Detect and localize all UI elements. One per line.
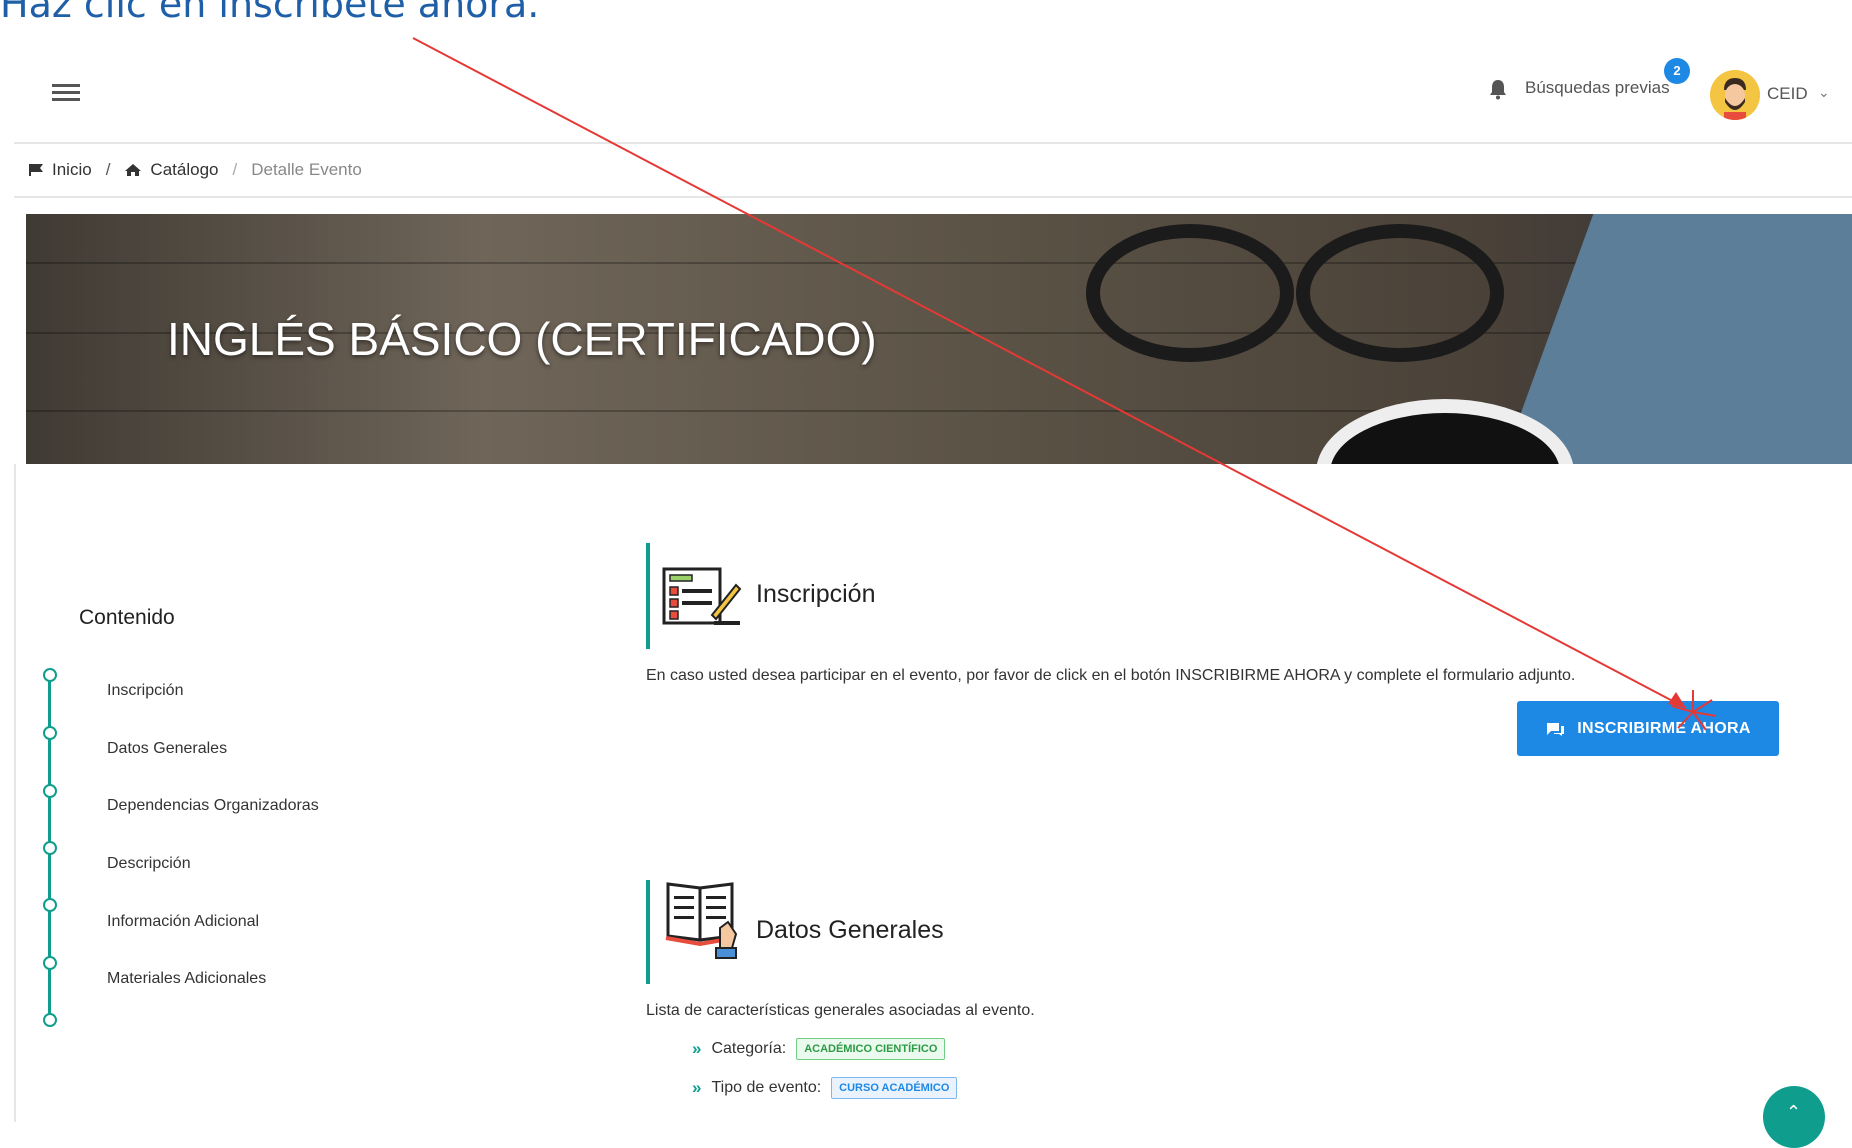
glasses-image-lens bbox=[1296, 224, 1504, 362]
categoria-tag: ACADÉMICO CIENTÍFICO bbox=[796, 1038, 946, 1060]
inscribirme-ahora-label: INSCRIBIRME AHORA bbox=[1577, 719, 1751, 737]
double-chevron-right-icon: » bbox=[692, 1039, 702, 1058]
toc-dot bbox=[43, 726, 57, 740]
double-chevron-right-icon: » bbox=[692, 1078, 702, 1097]
toc-item-materiales-adicionales[interactable]: Materiales Adicionales bbox=[107, 970, 266, 988]
home-icon bbox=[125, 164, 142, 176]
top-navbar: Búsquedas previas 2 CEID ⌄ bbox=[0, 50, 1852, 142]
inscribirme-ahora-button[interactable]: INSCRIBIRME AHORA bbox=[1517, 701, 1779, 756]
chat-bubbles-icon bbox=[1547, 722, 1565, 736]
content-divider bbox=[14, 464, 16, 1122]
chevron-down-icon[interactable]: ⌄ bbox=[1818, 84, 1830, 101]
flag-icon bbox=[29, 164, 43, 176]
section-accent-bar bbox=[646, 543, 650, 649]
toc-dot bbox=[43, 1013, 57, 1027]
scroll-to-top-button[interactable]: ⌃ bbox=[1763, 1086, 1825, 1148]
section-accent-bar bbox=[646, 880, 650, 984]
tipo-evento-tag: CURSO ACADÉMICO bbox=[831, 1077, 958, 1099]
toc-dot bbox=[43, 956, 57, 970]
chevron-up-icon: ⌃ bbox=[1786, 1102, 1802, 1122]
event-hero-banner: INGLÉS BÁSICO (CERTIFICADO) bbox=[26, 214, 1852, 464]
toc-dot bbox=[43, 784, 57, 798]
breadcrumb-current: Detalle Evento bbox=[251, 160, 362, 179]
toc-dot bbox=[43, 841, 57, 855]
list-item-categoria: » Categoría: ACADÉMICO CIENTÍFICO bbox=[692, 1038, 946, 1060]
breadcrumb-separator: / bbox=[232, 160, 238, 179]
username-label[interactable]: CEID bbox=[1767, 84, 1808, 104]
inscripcion-description: En caso usted desea participar en el eve… bbox=[646, 667, 1576, 684]
open-book-hand-icon bbox=[665, 882, 738, 959]
toc-item-inscripcion[interactable]: Inscripción bbox=[107, 682, 183, 700]
notification-badge: 2 bbox=[1664, 58, 1690, 84]
tipo-evento-label: Tipo de evento: bbox=[711, 1079, 822, 1096]
toc-item-descripcion[interactable]: Descripción bbox=[107, 855, 191, 873]
previous-searches-link[interactable]: Búsquedas previas bbox=[1525, 78, 1670, 98]
toc-dot bbox=[43, 898, 57, 912]
categoria-label: Categoría: bbox=[711, 1040, 787, 1057]
hamburger-menu-icon[interactable] bbox=[52, 84, 80, 108]
breadcrumb-separator: / bbox=[105, 160, 111, 179]
breadcrumb-catalog[interactable]: Catálogo bbox=[150, 160, 218, 180]
section-heading-datos-generales: Datos Generales bbox=[756, 916, 944, 944]
breadcrumb: Inicio / Catálogo / Detalle Evento bbox=[28, 160, 362, 180]
user-avatar[interactable] bbox=[1710, 70, 1760, 120]
toc-item-informacion-adicional[interactable]: Información Adicional bbox=[107, 913, 259, 931]
section-heading-inscripcion: Inscripción bbox=[756, 580, 876, 608]
breadcrumb-home[interactable]: Inicio bbox=[52, 160, 92, 180]
bell-icon[interactable] bbox=[1488, 78, 1508, 100]
registration-form-icon bbox=[662, 567, 742, 625]
avatar-face-icon bbox=[1710, 70, 1760, 120]
toc-title: Contenido bbox=[79, 606, 175, 629]
event-title: INGLÉS BÁSICO (CERTIFICADO) bbox=[167, 313, 877, 365]
list-item-tipo-evento: » Tipo de evento: CURSO ACADÉMICO bbox=[692, 1077, 958, 1099]
toc-item-dependencias[interactable]: Dependencias Organizadoras bbox=[107, 797, 319, 815]
toc-item-datos-generales[interactable]: Datos Generales bbox=[107, 740, 227, 758]
instruction-text: Haz clic en inscríbete ahora. bbox=[0, 0, 540, 26]
glasses-image bbox=[1086, 224, 1294, 362]
breadcrumb-bar: Inicio / Catálogo / Detalle Evento bbox=[14, 142, 1852, 198]
toc-dot bbox=[43, 668, 57, 682]
datos-generales-description: Lista de características generales asoci… bbox=[646, 1002, 1035, 1019]
